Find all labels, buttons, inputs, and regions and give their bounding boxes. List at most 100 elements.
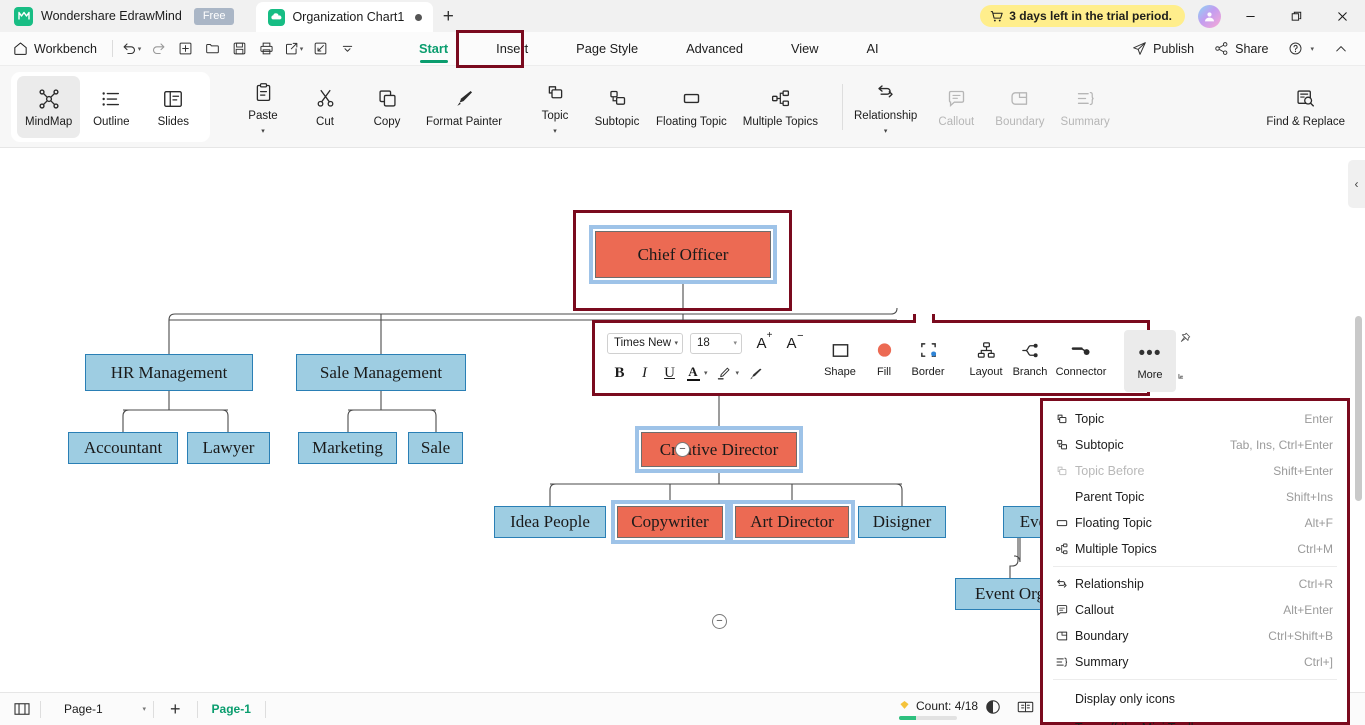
italic-button[interactable]: I — [632, 361, 657, 385]
node-creative-director[interactable]: Creative Director — [641, 432, 797, 467]
node-accountant[interactable]: Accountant — [68, 432, 178, 464]
mindmap-view-button[interactable]: MindMap — [17, 76, 81, 138]
ctx-parent-topic[interactable]: Parent Topic Shift+Ins — [1043, 484, 1347, 510]
fill-button[interactable]: Fill — [862, 327, 906, 389]
node-hr-management[interactable]: HR Management — [85, 354, 253, 391]
underline-button[interactable]: U — [657, 361, 682, 385]
callout-button[interactable]: Callout — [925, 76, 987, 138]
ctx-display-only-icons[interactable]: Display only icons — [1043, 684, 1347, 713]
tab-advanced[interactable]: Advanced — [662, 32, 767, 66]
new-tab-button[interactable]: + — [433, 2, 463, 32]
subtopic-button[interactable]: Subtopic — [586, 76, 648, 138]
user-avatar[interactable] — [1198, 5, 1221, 28]
tab-ai[interactable]: AI — [843, 32, 903, 66]
node-sale[interactable]: Sale — [408, 432, 463, 464]
branch-button[interactable]: Branch — [1008, 327, 1052, 389]
save-icon[interactable] — [226, 36, 253, 62]
more-commands-icon[interactable] — [334, 36, 361, 62]
ctx-floating-topic[interactable]: Floating Topic Alt+F — [1043, 510, 1347, 536]
ctx-relationship[interactable]: Relationship Ctrl+R — [1043, 571, 1347, 597]
ctx-summary[interactable]: Summary Ctrl+] — [1043, 649, 1347, 675]
vertical-scrollbar[interactable] — [1355, 316, 1362, 501]
clear-format-button[interactable] — [743, 361, 768, 385]
tab-insert[interactable]: Insert — [472, 32, 552, 66]
resize-handle-icon[interactable] — [1178, 366, 1191, 384]
collapse-all-icon[interactable] — [307, 36, 334, 62]
ctx-subtopic[interactable]: Subtopic Tab, Ins, Ctrl+Enter — [1043, 432, 1347, 458]
help-button[interactable]: ▾ — [1279, 37, 1323, 60]
node-idea-people[interactable]: Idea People — [494, 506, 606, 538]
find-replace-button[interactable]: Find & Replace — [1258, 76, 1353, 138]
cut-button[interactable]: Cut — [294, 76, 356, 138]
font-family-select[interactable]: Times New ▾ — [607, 332, 683, 354]
collapse-ribbon-button[interactable] — [1325, 38, 1357, 60]
node-chief-officer[interactable]: Chief Officer — [595, 231, 771, 278]
ctx-boundary[interactable]: Boundary Ctrl+Shift+B — [1043, 623, 1347, 649]
collapse-toggle-root[interactable]: − — [675, 442, 690, 457]
tab-page-style[interactable]: Page Style — [552, 32, 662, 66]
document-tab[interactable]: Organization Chart1 — [256, 2, 434, 32]
ctx-multiple-topics[interactable]: Multiple Topics Ctrl+M — [1043, 536, 1347, 562]
close-button[interactable] — [1319, 0, 1365, 32]
chevron-down-icon[interactable]: ▾ — [884, 128, 888, 135]
layout-button[interactable]: Layout — [964, 327, 1008, 389]
node-copywriter[interactable]: Copywriter — [617, 506, 723, 538]
theme-icon[interactable] — [985, 699, 1001, 720]
share-button[interactable]: Share — [1205, 37, 1277, 60]
publish-button[interactable]: Publish — [1123, 37, 1203, 60]
undo-icon[interactable]: ▾ — [118, 36, 145, 62]
slides-view-button[interactable]: Slides — [142, 76, 204, 138]
maximize-button[interactable] — [1273, 0, 1319, 32]
font-color-button[interactable]: A — [682, 361, 704, 385]
chevron-down-icon[interactable]: ▾ — [261, 128, 265, 135]
relationship-button[interactable]: Relationship ▾ — [846, 76, 925, 138]
add-page-button[interactable]: + — [154, 693, 197, 725]
summary-button[interactable]: Summary — [1053, 76, 1118, 138]
minimize-button[interactable] — [1227, 0, 1273, 32]
format-painter-button[interactable]: Format Painter — [418, 76, 510, 138]
copy-button[interactable]: Copy — [356, 76, 418, 138]
workbench-button[interactable]: Workbench — [0, 41, 107, 56]
print-icon[interactable] — [253, 36, 280, 62]
pin-icon[interactable] — [1178, 332, 1191, 350]
new-file-icon[interactable] — [172, 36, 199, 62]
node-art-director[interactable]: Art Director — [735, 506, 849, 538]
connector-button[interactable]: Connector — [1052, 327, 1110, 389]
increase-font-size-button[interactable]: A + — [749, 330, 774, 355]
border-button[interactable]: Border — [906, 327, 950, 389]
page-select[interactable]: Page-1 ▾ — [57, 698, 153, 720]
redo-icon[interactable] — [145, 36, 172, 62]
export-icon[interactable]: ▾ — [280, 36, 307, 62]
book-icon[interactable] — [1017, 699, 1034, 720]
more-button[interactable]: ••• More — [1124, 330, 1176, 392]
node-lawyer[interactable]: Lawyer — [187, 432, 270, 464]
trial-banner[interactable]: 3 days left in the trial period. — [980, 5, 1185, 27]
outline-view-button[interactable]: Outline — [80, 76, 142, 138]
decrease-font-size-button[interactable]: A − — [779, 330, 804, 355]
tab-view[interactable]: View — [767, 32, 843, 66]
ctx-turn-off-mini-toolbar[interactable]: Turn off the Mini Toolbar — [1043, 713, 1347, 725]
bold-button[interactable]: B — [607, 361, 632, 385]
multiple-topics-button[interactable]: Multiple Topics — [735, 76, 826, 138]
topic-button[interactable]: Topic ▾ — [524, 76, 586, 138]
open-folder-icon[interactable] — [199, 36, 226, 62]
current-page-tag[interactable]: Page-1 — [198, 702, 265, 716]
toggle-panel-button[interactable] — [0, 693, 40, 725]
paste-button[interactable]: Paste ▾ — [232, 76, 294, 138]
font-size-select[interactable]: 18 ▾ — [690, 332, 742, 354]
node-disigner[interactable]: Disigner — [858, 506, 946, 538]
floating-topic-button[interactable]: Floating Topic — [648, 76, 735, 138]
chevron-down-icon[interactable]: ▾ — [704, 369, 708, 377]
collapse-toggle-creative[interactable]: − — [712, 614, 727, 629]
tab-start[interactable]: Start — [395, 32, 472, 66]
node-marketing[interactable]: Marketing — [298, 432, 397, 464]
ctx-topic[interactable]: Topic Enter — [1043, 406, 1347, 432]
node-sale-management[interactable]: Sale Management — [296, 354, 466, 391]
boundary-button[interactable]: Boundary — [987, 76, 1052, 138]
shape-button[interactable]: Shape — [818, 327, 862, 389]
chevron-down-icon[interactable]: ▾ — [736, 369, 740, 377]
collapse-right-panel-button[interactable]: ‹ — [1348, 160, 1365, 208]
chevron-down-icon[interactable]: ▾ — [553, 128, 557, 135]
highlight-button[interactable] — [711, 361, 736, 385]
ctx-callout[interactable]: Callout Alt+Enter — [1043, 597, 1347, 623]
